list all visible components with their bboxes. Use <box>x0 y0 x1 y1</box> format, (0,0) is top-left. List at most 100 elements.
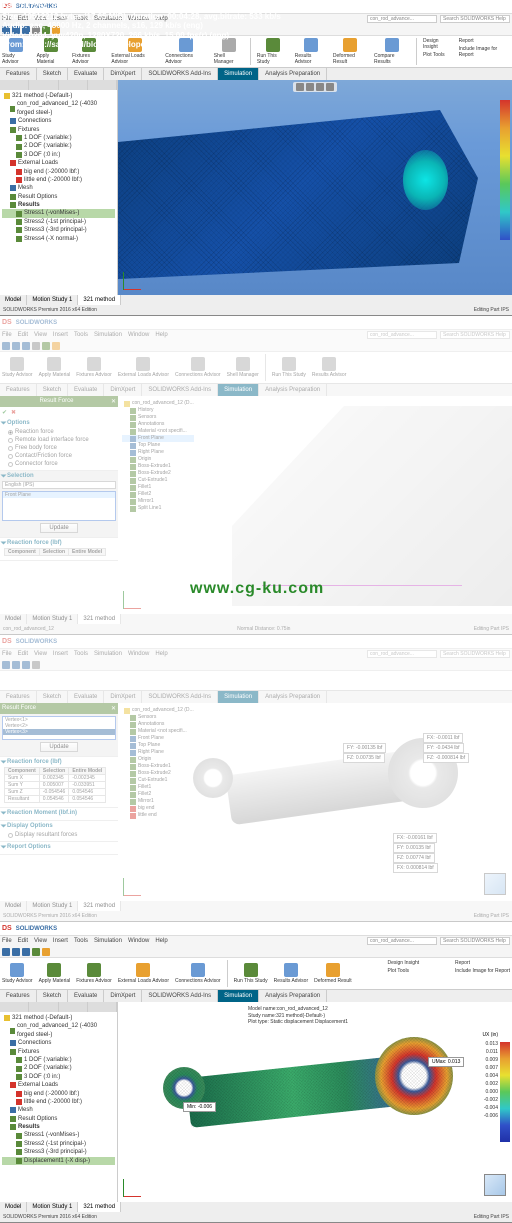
file-search[interactable]: con_rod_advance... <box>367 15 437 23</box>
plot-tools[interactable]: Plot Tools <box>423 52 453 58</box>
fm-tab[interactable] <box>29 80 58 90</box>
tree-load-item[interactable]: little end (:-20000 lbf:) <box>2 176 115 184</box>
design-insight[interactable]: Design Insight <box>423 38 453 50</box>
tree-result-stress1[interactable]: Stress1 (-vonMises-) <box>2 209 115 217</box>
tab-simulation[interactable]: Simulation <box>218 68 259 80</box>
tab-sketch[interactable]: Sketch <box>37 990 68 1002</box>
external-loads-advisor[interactable]: External Loads Advisor <box>118 960 169 987</box>
tab-analysis-prep[interactable]: Analysis Preparation <box>259 68 327 80</box>
update-button[interactable]: Update <box>40 742 77 752</box>
rotate-icon[interactable] <box>306 83 314 91</box>
menu-tools[interactable]: Tools <box>74 938 88 944</box>
menu-simulation[interactable]: Simulation <box>94 938 122 944</box>
btab-study[interactable]: 321 method <box>78 1202 121 1212</box>
radio-freebody[interactable]: Free body force <box>2 444 116 452</box>
menu-view[interactable]: View <box>34 938 47 944</box>
tree-fixture-item[interactable]: 2 DOF (:variable:) <box>2 142 115 150</box>
fixtures-advisor[interactable]: Fixtures Advisor <box>76 960 112 987</box>
menu-help[interactable]: Help <box>155 938 167 944</box>
section-icon[interactable] <box>326 83 334 91</box>
viewcube[interactable] <box>484 1174 506 1196</box>
ok-icon[interactable]: ✔ <box>2 409 7 416</box>
tab-evaluate[interactable]: Evaluate <box>68 990 104 1002</box>
radio-remote[interactable]: Remote load interface force <box>2 436 116 444</box>
radio-reaction[interactable]: Reaction force <box>2 428 116 436</box>
fm-tab[interactable] <box>59 80 88 90</box>
tab-features[interactable]: Features <box>0 990 37 1002</box>
tab-dimxpert[interactable]: DimXpert <box>104 68 142 80</box>
study-advisor[interactable]: Study Advisor <box>2 960 33 987</box>
menu-insert[interactable]: Insert <box>53 938 68 944</box>
vertex-list[interactable]: Vertex<1> Vertex<2> Vertex<3> <box>2 716 116 740</box>
tab-dimxpert[interactable]: DimXpert <box>104 990 142 1002</box>
tab-evaluate[interactable]: Evaluate <box>68 68 104 80</box>
compare-results[interactable]: Compare Results <box>374 38 410 65</box>
include-image[interactable]: Include Image for Report <box>459 46 510 58</box>
tab-analysis-prep[interactable]: Analysis Preparation <box>259 990 327 1002</box>
reaction-force-header[interactable]: Reaction force (lbf) <box>2 540 116 546</box>
btab-motion[interactable]: Motion Study 1 <box>27 1202 78 1212</box>
options-header[interactable]: Options <box>2 420 116 426</box>
tree-study[interactable]: 321 method (-Default-) <box>2 92 115 100</box>
btab-study[interactable]: 321 method <box>78 295 121 305</box>
viewport-4[interactable]: Model name:con_rod_advanced_12 Study nam… <box>118 1002 512 1202</box>
rebuild-icon[interactable] <box>32 948 40 956</box>
close-icon[interactable]: ✕ <box>111 705 116 712</box>
tree-result-stress3[interactable]: Stress3 (-3rd principal-) <box>2 226 115 234</box>
tree-mesh[interactable]: Mesh <box>2 184 115 192</box>
tree-result-displacement[interactable]: Displacement1 (-X disp-) <box>2 1157 115 1165</box>
open-icon[interactable] <box>12 948 20 956</box>
tree-part[interactable]: con_rod_advanced_12 (-4030 forged steel-… <box>2 100 115 117</box>
btab-model[interactable]: Model <box>0 295 27 305</box>
radio-connector[interactable]: Connector force <box>2 460 116 468</box>
menu-file[interactable]: File <box>2 938 12 944</box>
tree-connections[interactable]: Connections <box>2 1039 115 1047</box>
report[interactable]: Report <box>459 38 510 44</box>
menu-window[interactable]: Window <box>128 938 149 944</box>
connections-advisor[interactable]: Connections Advisor <box>175 960 221 987</box>
tab-addins[interactable]: SOLIDWORKS Add-Ins <box>142 68 218 80</box>
tree-load-item[interactable]: big end (:-20000 lbf:) <box>2 168 115 176</box>
tab-addins[interactable]: SOLIDWORKS Add-Ins <box>142 990 218 1002</box>
update-button[interactable]: Update <box>40 523 77 533</box>
viewport-1[interactable] <box>118 80 512 295</box>
tree-fixture-item[interactable]: 1 DOF (:variable:) <box>2 134 115 142</box>
results-advisor[interactable]: Results Advisor <box>274 960 308 987</box>
options-icon[interactable] <box>42 948 50 956</box>
deformed-result[interactable]: Deformed Result <box>333 38 368 65</box>
btab-motion[interactable]: Motion Study 1 <box>27 295 78 305</box>
fm-tab[interactable] <box>88 80 117 90</box>
tree-result-options[interactable]: Result Options <box>2 193 115 201</box>
fm-tab[interactable] <box>0 80 29 90</box>
tree-loads[interactable]: External Loads <box>2 1081 115 1089</box>
deformed-result[interactable]: Deformed Result <box>314 960 352 987</box>
selection-header[interactable]: Selection <box>2 473 116 479</box>
tree-study[interactable]: 321 method (-Default-) <box>2 1014 115 1022</box>
close-icon[interactable]: ✕ <box>111 398 116 405</box>
tab-sketch[interactable]: Sketch <box>37 68 68 80</box>
cancel-icon[interactable]: ✖ <box>11 409 16 416</box>
tree-result-stress2[interactable]: Stress2 (-1st principal-) <box>2 218 115 226</box>
save-icon[interactable] <box>22 948 30 956</box>
help-search[interactable]: Search SOLIDWORKS Help <box>440 15 510 23</box>
selection-list[interactable]: Front Plane <box>2 491 116 521</box>
tab-features[interactable]: Features <box>0 68 37 80</box>
tab-simulation[interactable]: Simulation <box>218 990 259 1002</box>
apply-material[interactable]: Apply Material <box>39 960 71 987</box>
tree-fixture-item[interactable]: 3 DOF (:0 in:) <box>2 151 115 159</box>
tree-result-stress4[interactable]: Stress4 (-X normal-) <box>2 235 115 243</box>
zoom-icon[interactable] <box>296 83 304 91</box>
tree-connections[interactable]: Connections <box>2 117 115 125</box>
viewport-3[interactable]: con_rod_advanced_12 (D... Sensors Annota… <box>118 703 512 901</box>
menu-edit[interactable]: Edit <box>18 938 28 944</box>
units-dropdown[interactable]: English (IPS) <box>2 481 116 489</box>
run-study[interactable]: Run This Study <box>234 960 268 987</box>
btab-model[interactable]: Model <box>0 1202 27 1212</box>
tree-results[interactable]: Results <box>2 201 115 209</box>
results-advisor[interactable]: Results Advisor <box>295 38 327 65</box>
tree-part[interactable]: con_rod_advanced_12 (-4030 forged steel-… <box>2 1022 115 1039</box>
tree-loads[interactable]: External Loads <box>2 159 115 167</box>
tree-fixtures[interactable]: Fixtures <box>2 1048 115 1056</box>
new-icon[interactable] <box>2 948 10 956</box>
radio-contact[interactable]: Contact/Friction force <box>2 452 116 460</box>
